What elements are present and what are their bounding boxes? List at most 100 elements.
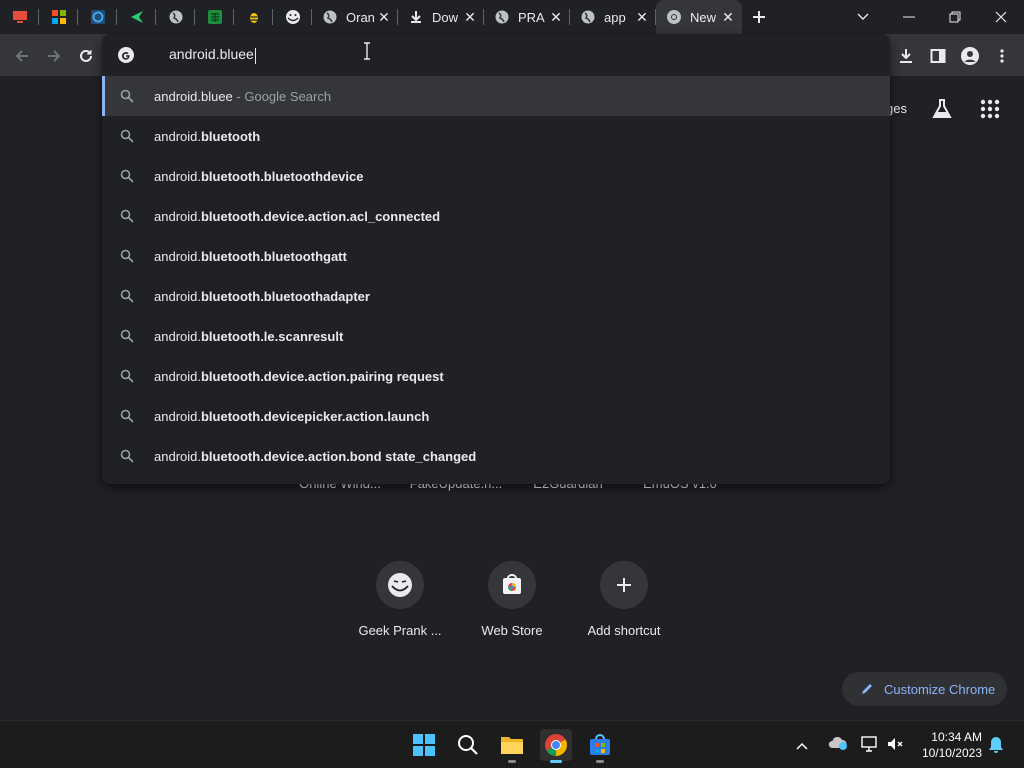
close-tab-icon[interactable]: ✕ [462,9,478,25]
reload-button[interactable] [72,42,100,70]
add-shortcut-button[interactable]: Add shortcut [568,561,680,638]
bell-icon [989,737,1003,753]
labs-button[interactable] [930,97,954,121]
suggestion-typed: android. [154,288,201,304]
text-cursor-icon [364,42,370,60]
notifications-button[interactable] [988,736,1004,759]
pinned-tab-4[interactable] [117,0,156,34]
bee-icon [249,13,258,23]
close-tab-icon[interactable]: ✕ [634,9,650,25]
monitor-icon [12,11,27,23]
pinned-tab-3[interactable] [78,0,117,34]
restore-button[interactable] [932,0,978,34]
customize-label: Customize Chrome [884,681,996,697]
pinned-tab-6[interactable] [195,0,234,34]
profile-button[interactable] [956,42,984,70]
side-panel-button[interactable] [924,42,952,70]
tab-title: app [604,9,626,25]
suggestion-item[interactable]: android.bluetooth.device.action.bond sta… [102,436,890,476]
clock-date: 10/10/2023 [921,746,982,760]
arrow-right-icon [48,50,61,62]
suggestion-item[interactable]: android.bluetooth.bluetoothadapter [102,276,890,316]
tab-title: New [690,9,717,25]
trollface-icon [285,10,300,24]
suggestion-item[interactable]: android.bluetooth.device.action.pairing … [102,356,890,396]
tab-pra[interactable]: PRA ✕ [484,0,570,34]
apps-button[interactable] [978,97,1002,121]
search-icon [120,409,134,423]
tab-app[interactable]: app ✕ [570,0,656,34]
search-icon [120,329,134,343]
text-caret [254,47,256,64]
tab-strip: Oran ✕ Dow ✕ PRA ✕ app ✕ New ✕ [0,0,1024,34]
start-button[interactable] [408,729,440,761]
pinned-tab-8[interactable] [273,0,312,34]
search-icon [458,735,478,755]
network-tray-button[interactable] [860,735,880,758]
suggestion-item[interactable]: android.bluetooth [102,116,890,156]
tab-search-button[interactable] [840,0,886,34]
volume-tray-button[interactable] [886,735,904,758]
shortcut-icon-circle [488,561,536,609]
store-icon [590,734,610,755]
downloads-button[interactable] [892,42,920,70]
suggestion-completion: bluetooth.device.action.acl_connected [200,208,441,224]
tab-downloads[interactable]: Dow ✕ [398,0,484,34]
show-hidden-icons-button[interactable] [796,737,808,755]
shortcut-tile[interactable]: Geek Prank ... [344,561,456,638]
tab-new-tab[interactable]: New ✕ [656,0,742,34]
close-tab-icon[interactable]: ✕ [548,9,564,25]
omnibox-input[interactable]: android.bluee [102,34,890,76]
shortcut-tile[interactable]: Web Store [456,561,568,638]
globe-icon [169,10,182,24]
suggestion-item[interactable]: android.bluetooth.devicepicker.action.la… [102,396,890,436]
chevron-up-icon [796,742,808,750]
pinned-tab-2[interactable] [39,0,78,34]
tab-title: PRA [518,9,545,25]
arrow-left-icon [15,50,28,62]
suggestion-item[interactable]: android.bluee - Google Search [102,76,890,116]
suggestion-text: android.bluetooth.bluetoothgatt [154,249,347,264]
search-icon [120,249,134,263]
file-explorer-button[interactable] [496,729,528,763]
suggestion-text: android.bluetooth.bluetoothdevice [154,169,363,184]
suggestion-completion: bluetooth.le.scanresult [200,328,344,344]
suggestion-item[interactable]: android.bluetooth.bluetoothdevice [102,156,890,196]
customize-chrome-button[interactable]: Customize Chrome [842,672,1007,706]
new-tab-button[interactable] [742,0,776,34]
suggestion-item[interactable]: android.bluetooth.device.action.acl_conn… [102,196,890,236]
pinned-tab-7[interactable] [234,0,273,34]
microsoft-store-button[interactable] [584,729,616,763]
forward-button[interactable] [40,42,68,70]
tab-oran[interactable]: Oran ✕ [312,0,398,34]
close-window-button[interactable] [978,0,1024,34]
back-button[interactable] [8,42,36,70]
taskbar-clock[interactable]: 10:34 AM 10/10/2023 [922,729,982,761]
volume-muted-icon [888,738,903,750]
minimize-button[interactable] [886,0,932,34]
chevron-down-icon [857,13,869,20]
download-icon [411,11,421,23]
plus-icon [753,11,765,23]
globe-icon [581,10,595,24]
chrome-taskbar-button[interactable] [540,729,572,763]
suggestion-item[interactable]: android.bluetooth.le.scanresult [102,316,890,356]
folder-icon [501,737,523,754]
tab-title: Oran [346,9,375,25]
close-tab-icon[interactable]: ✕ [376,9,392,25]
running-indicator [550,760,562,763]
pinned-tab-1[interactable] [0,0,39,34]
suggestion-text: android.bluee - Google Search [154,89,331,104]
pinned-tab-5[interactable] [156,0,195,34]
search-icon [120,129,134,143]
aperture-icon [90,10,105,24]
suggestion-text: android.bluetooth.device.action.pairing … [154,369,444,384]
suggestion-item[interactable]: android.bluetooth.bluetoothgatt [102,236,890,276]
suggestion-completion: bluetooth.device.action.bond state_chang… [200,448,477,464]
onedrive-tray-button[interactable] [828,735,848,756]
close-tab-icon[interactable]: ✕ [720,9,736,25]
suggestion-completion: bluetooth.bluetoothdevice [200,168,364,184]
menu-button[interactable] [988,42,1016,70]
taskbar-search-button[interactable] [452,729,484,761]
suggestion-completion: bluetooth [200,128,261,144]
